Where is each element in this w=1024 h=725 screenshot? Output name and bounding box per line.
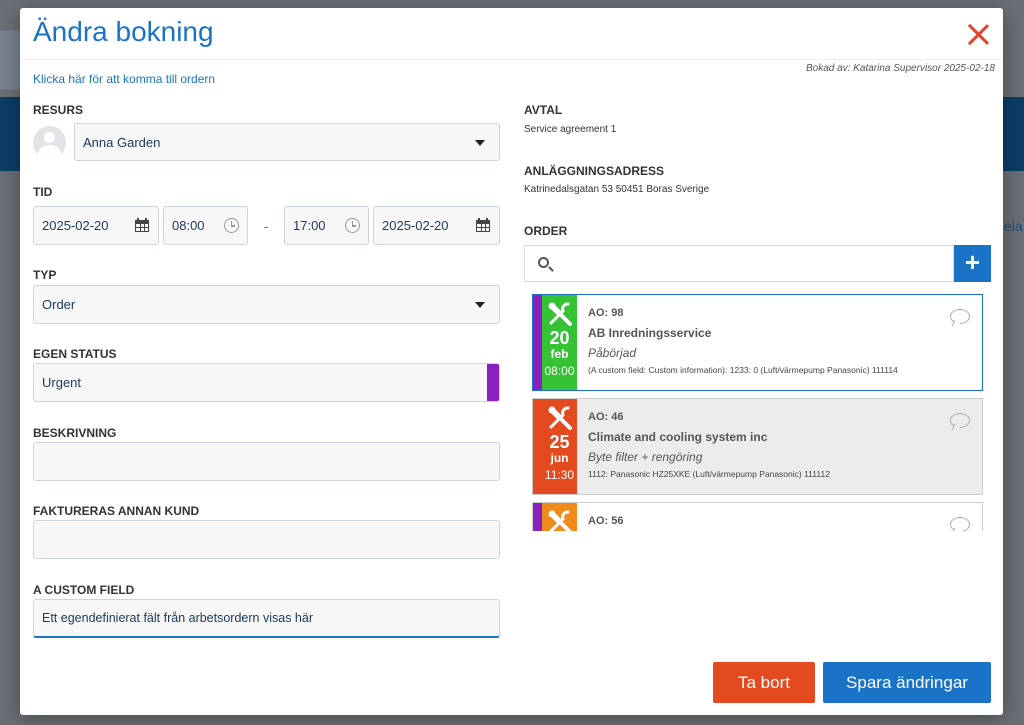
search-icon [538,257,549,268]
calendar-icon[interactable] [476,218,490,232]
tools-icon [548,302,572,326]
order-customer: AB Inredningsservice [588,326,712,340]
tools-icon [548,510,572,531]
resource-label: RESURS [33,103,84,117]
end-date-value: 2025-02-20 [382,218,449,233]
start-date-input[interactable]: 2025-02-20 [33,206,159,245]
clock-icon[interactable] [224,218,239,233]
resource-value: Anna Garden [83,134,161,150]
modal-title: Ändra bokning [33,16,214,47]
address-label: ANLÄGGNINGSADRESS [524,164,665,178]
status-color-indicator [487,364,499,401]
description-input[interactable] [33,442,500,481]
own-status-value: Urgent [42,375,82,390]
start-date-value: 2025-02-20 [42,218,109,233]
start-time-input[interactable]: 08:00 [163,206,248,245]
order-extra-info: 1112: Panasonic HZ25XKE (Luft/värmepump … [588,469,830,479]
edit-booking-modal: Ändra bokning Bokad av: Katarina Supervi… [20,8,1003,715]
tools-icon [548,406,572,430]
type-select[interactable]: Order [33,285,500,324]
own-status-label: EGEN STATUS [33,347,117,361]
end-date-input[interactable]: 2025-02-20 [373,206,500,245]
order-month: jun [550,451,569,465]
address-value: Katrinedalsgatan 53 50451 Boras Sverige [524,184,710,195]
order-strip [533,295,542,390]
order-date-box: 25 jun 11:30 [542,399,577,494]
close-icon[interactable] [966,22,990,46]
order-strip [533,503,542,531]
order-list: 20 feb 08:00 AO: 98 AB Inredningsservice… [524,288,990,531]
order-number: AO: 46 [588,411,624,423]
order-search-input[interactable] [524,245,954,282]
chevron-down-icon [475,302,485,308]
order-card[interactable]: 25 jun 11:30 AO: 46 Climate and cooling … [532,398,983,495]
order-date-box: 20 feb 08:00 [542,295,577,390]
resource-select[interactable]: Anna Garden [74,123,500,161]
type-label: TYP [33,268,57,282]
invoice-other-customer-label: FAKTURERAS ANNAN KUND [33,504,200,518]
description-label: BESKRIVNING [33,426,117,440]
time-separator: - [264,219,269,234]
type-value: Order [42,297,76,312]
go-to-order-link[interactable]: Klicka här för att komma till ordern [33,72,215,86]
order-time: 08:00 [544,364,575,378]
order-label: ORDER [524,224,568,238]
order-time: 11:30 [544,468,575,482]
end-time-input[interactable]: 17:00 [284,206,369,245]
calendar-icon[interactable] [135,218,149,232]
background-edge-text: ela [1004,218,1023,234]
order-status: Påbörjad [588,346,637,360]
booked-by-text: Bokad av: Katarina Supervisor 2025-02-18 [805,63,995,74]
custom-field-label: A CUSTOM FIELD [33,583,135,597]
order-day: 25 [549,432,570,452]
custom-field-value: Ett egendefinierat fält från arbetsorder… [42,611,313,625]
order-number: AO: 98 [588,307,624,319]
order-card[interactable]: 20 feb 08:00 AO: 98 AB Inredningsservice… [532,294,983,391]
order-month: feb [550,347,569,361]
order-day: 20 [549,328,570,348]
order-customer: Climate and cooling system inc [588,430,768,444]
custom-field-input[interactable]: Ett egendefinierat fält från arbetsorder… [33,599,500,638]
divider [20,59,1003,60]
avatar [33,126,66,159]
add-order-button[interactable]: + [954,245,991,282]
order-number: AO: 56 [588,515,624,527]
save-changes-button[interactable]: Spara ändringar [823,662,991,703]
agreement-value: Service agreement 1 [524,124,617,135]
order-date-box [542,503,577,531]
comment-icon[interactable] [950,517,970,531]
order-strip [533,399,542,494]
end-time-value: 17:00 [293,218,326,233]
chevron-down-icon [475,140,485,146]
delete-button[interactable]: Ta bort [713,662,815,703]
clock-icon[interactable] [345,218,360,233]
agreement-label: AVTAL [524,103,563,117]
order-card[interactable]: AO: 56 [532,502,983,531]
own-status-select[interactable]: Urgent [33,363,500,402]
comment-icon[interactable] [950,413,970,428]
order-extra-info: (A custom field: Custom information): 12… [588,365,898,375]
start-time-value: 08:00 [172,218,205,233]
order-status: Byte filter + rengöring [588,450,703,464]
comment-icon[interactable] [950,309,970,324]
invoice-other-customer-input[interactable] [33,520,500,559]
time-label: TID [33,185,53,199]
